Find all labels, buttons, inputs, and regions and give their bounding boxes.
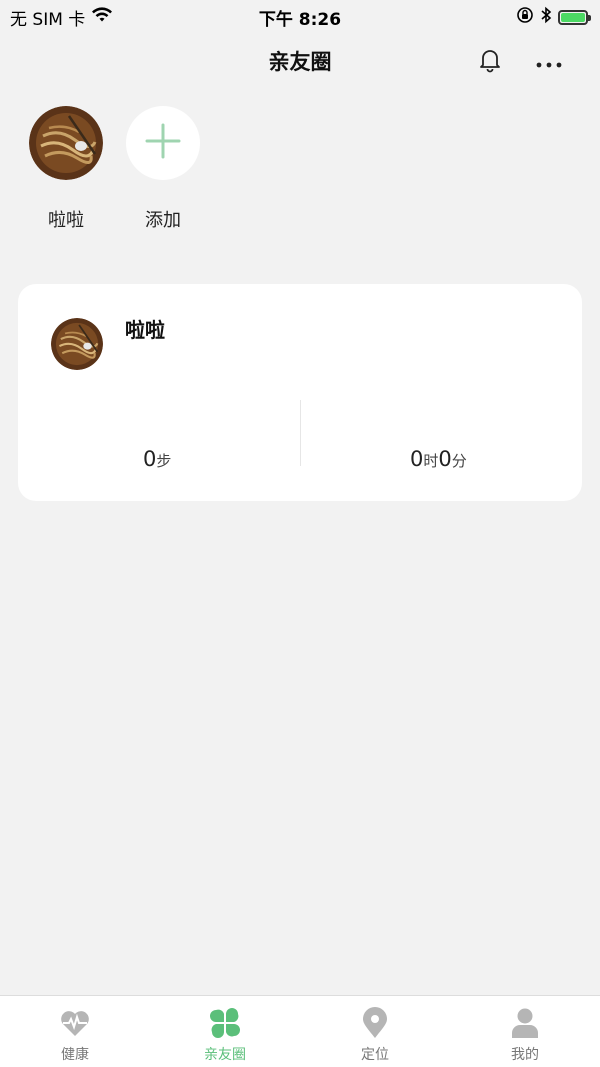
tab-label: 定位 (361, 1047, 389, 1063)
status-left: 无 SIM 卡 (10, 5, 113, 30)
friend-name: 啦啦 (48, 210, 84, 231)
person-icon (508, 1006, 542, 1040)
tab-label: 我的 (511, 1047, 539, 1063)
tab-bar: 健康 亲友圈 定位 我的 (0, 995, 600, 1067)
wifi-icon (91, 6, 113, 28)
hours-unit: 时 (423, 452, 439, 470)
steps-stat: 0步 (143, 447, 171, 471)
orientation-lock-icon (516, 6, 534, 29)
friend-avatar (29, 106, 103, 180)
heart-pulse-icon (58, 1006, 92, 1040)
card-divider (300, 400, 301, 466)
more-icon (536, 53, 562, 72)
carrier-text: 无 SIM 卡 (10, 9, 86, 30)
tab-label: 健康 (61, 1047, 89, 1063)
nav-bar: 亲友圈 (0, 34, 600, 90)
bell-icon (478, 47, 502, 77)
plus-icon (145, 123, 181, 163)
page-title: 亲友圈 (268, 50, 332, 74)
minutes-unit: 分 (451, 452, 467, 470)
noodle-photo (29, 106, 103, 180)
add-label: 添加 (145, 210, 181, 231)
tab-location[interactable]: 定位 (300, 996, 450, 1067)
status-bar: 无 SIM 卡 下午 8:26 (0, 0, 600, 34)
more-button[interactable] (531, 44, 567, 80)
battery-icon (558, 9, 591, 25)
hours-value: 0 (410, 447, 424, 471)
tab-me[interactable]: 我的 (450, 996, 600, 1067)
add-friend-button[interactable] (126, 106, 200, 180)
location-pin-icon (358, 1006, 392, 1040)
friend-card[interactable]: 啦啦 0步 0时0分 (18, 284, 582, 501)
bluetooth-icon (540, 6, 552, 29)
tab-friends[interactable]: 亲友圈 (150, 996, 300, 1067)
bell-button[interactable] (472, 44, 508, 80)
add-friend-item[interactable]: 添加 (125, 106, 201, 232)
friend-item[interactable]: 啦啦 (28, 106, 104, 232)
card-avatar (51, 318, 103, 370)
steps-value: 0 (143, 447, 157, 471)
noodle-photo (51, 318, 103, 370)
minutes-value: 0 (438, 447, 452, 471)
sleep-time-stat: 0时0分 (410, 447, 467, 471)
clover-icon (208, 1006, 242, 1040)
tab-health[interactable]: 健康 (0, 996, 150, 1067)
status-right (516, 6, 591, 29)
tab-label: 亲友圈 (204, 1047, 246, 1063)
steps-unit: 步 (156, 452, 172, 470)
card-name: 啦啦 (125, 318, 165, 342)
